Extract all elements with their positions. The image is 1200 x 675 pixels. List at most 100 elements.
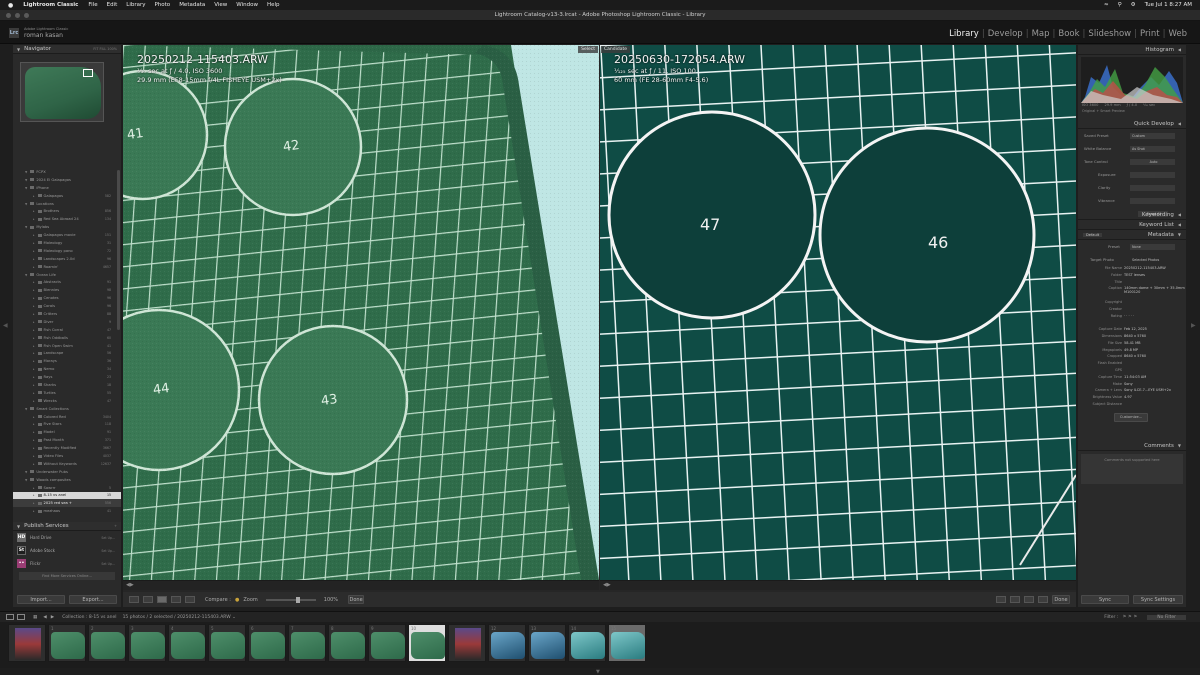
exposure-steppers[interactable] <box>1130 171 1175 178</box>
filmstrip-thumbnail[interactable]: 14 <box>568 624 606 662</box>
collection-expand-icon[interactable]: ▸ <box>33 336 35 340</box>
collection-item[interactable]: ▸ Video Files 4037 <box>13 452 121 460</box>
menu-metadata[interactable]: Metadata <box>179 2 205 8</box>
menu-help[interactable]: Help <box>267 2 280 8</box>
collection-expand-icon[interactable]: ▸ <box>33 383 35 387</box>
lock-icon[interactable]: ● <box>235 597 239 603</box>
collection-expand-icon[interactable]: ▸ <box>33 399 35 403</box>
setup-link[interactable]: Set Up... <box>101 562 115 566</box>
navigator-zoom-options[interactable]: FIT FILL 100% <box>93 47 117 51</box>
collection-expand-icon[interactable]: ▸ <box>33 344 35 348</box>
app-menu[interactable]: Lightroom Classic <box>23 2 78 8</box>
filmstrip-thumbnail[interactable]: 12 <box>488 624 526 662</box>
collection-item[interactable]: ▸ Recently Modified 3667 <box>13 444 121 452</box>
secondary-display-icon[interactable] <box>6 614 14 620</box>
publish-flickr[interactable]: •• Flickr Set Up... <box>13 557 121 570</box>
metadata-value[interactable]: Sony <box>1124 382 1133 386</box>
customize-button[interactable]: Customize... <box>1114 412 1148 422</box>
wifi-icon[interactable]: ≈ <box>1104 2 1109 8</box>
swap-icon[interactable] <box>996 596 1006 603</box>
survey-view-icon[interactable] <box>171 596 181 603</box>
metadata-value[interactable]: 8640 x 5760 <box>1124 354 1146 358</box>
filmstrip-thumbnail[interactable] <box>448 624 486 662</box>
control-center-icon[interactable]: ⚙ <box>1131 2 1136 8</box>
filmstrip-thumbnail[interactable]: 9 <box>368 624 406 662</box>
collection-item[interactable]: ▸ Corals 96 <box>13 302 121 310</box>
collection-expand-icon[interactable]: ▸ <box>33 375 35 379</box>
metadata-value[interactable]: TEST lenses <box>1124 273 1145 277</box>
collection-item[interactable]: ▸ Moleology pano 72 <box>13 247 121 255</box>
menu-edit[interactable]: Edit <box>107 2 118 8</box>
filmstrip-toggle-icon[interactable]: ▼ <box>596 669 600 675</box>
metadata-header[interactable]: Default Metadata ▼ <box>1078 230 1186 240</box>
collection-set-triangle-icon[interactable]: ▼ <box>25 170 27 174</box>
setup-link[interactable]: Set Up... <box>101 549 115 553</box>
collection-item[interactable]: ▸ 2025 red sea + 556 <box>13 499 121 508</box>
module-book[interactable]: Book <box>1055 29 1082 39</box>
export-button[interactable]: Export... <box>69 595 117 604</box>
done-button[interactable]: Done <box>348 595 365 604</box>
collection-item[interactable]: ▸ Fish Open Swim 41 <box>13 342 121 350</box>
sync-button[interactable]: Sync <box>1081 595 1129 604</box>
collection-item[interactable]: ▸ Moleology 31 <box>13 239 121 247</box>
metadata-preset-select[interactable]: Default <box>1083 232 1103 237</box>
collection-expand-icon[interactable]: ▸ <box>33 391 35 395</box>
collection-expand-icon[interactable]: ▸ <box>33 249 35 253</box>
auto-tone-button[interactable]: Auto <box>1130 158 1175 165</box>
collection-expand-icon[interactable]: ▸ <box>33 312 35 316</box>
collection-item[interactable]: ▼ FCPX <box>13 168 121 176</box>
filmstrip-thumbnail[interactable]: 3 <box>128 624 166 662</box>
collection-expand-icon[interactable]: ▸ <box>33 438 35 442</box>
candidate-image-pane[interactable]: 47 46 20250630-172054.ARW ⅟₁₂₅ sec at ƒ … <box>600 45 1076 580</box>
collection-expand-icon[interactable]: ▸ <box>33 233 35 237</box>
collection-expand-icon[interactable]: ▸ <box>33 359 35 363</box>
collection-item[interactable]: ▸ Critters 88 <box>13 310 121 318</box>
next-arrow-icon[interactable] <box>1038 596 1048 603</box>
menu-view[interactable]: View <box>214 2 227 8</box>
collection-item[interactable]: ▼ Mylabs <box>13 223 121 231</box>
collection-item[interactable]: ▸ Blennies 98 <box>13 286 121 294</box>
collection-item[interactable]: ▸ Rays 23 <box>13 373 121 381</box>
collection-expand-icon[interactable]: ▸ <box>33 296 35 300</box>
collection-item[interactable]: ▸ Fish Oddballs 60 <box>13 334 121 342</box>
collection-expand-icon[interactable]: ▸ <box>33 351 35 355</box>
collection-set-triangle-icon[interactable]: ▼ <box>25 478 27 482</box>
collection-item[interactable]: ▸ Wrecks 47 <box>13 397 121 405</box>
quick-develop-header[interactable]: Quick Develop ◀ <box>1078 119 1186 129</box>
collection-item[interactable]: ▸ Roamin' 4657 <box>13 263 121 271</box>
collection-expand-icon[interactable]: ▸ <box>33 328 35 332</box>
collection-expand-icon[interactable]: ▸ <box>33 367 35 371</box>
zoom-slider[interactable] <box>265 596 316 603</box>
filmstrip-thumbnail[interactable]: 2 <box>88 624 126 662</box>
collection-expand-icon[interactable]: ▸ <box>33 446 35 450</box>
zoom-window-button[interactable] <box>24 13 29 18</box>
filter-select[interactable]: No Filter <box>1147 614 1186 620</box>
module-web[interactable]: Web <box>1165 29 1190 39</box>
collection-expand-icon[interactable]: ▸ <box>33 493 35 497</box>
make-select-icon[interactable] <box>1010 596 1020 603</box>
minimize-window-button[interactable] <box>15 13 20 18</box>
collection-item[interactable]: ▼ 2024 El Galapagos <box>13 176 121 184</box>
collection-item[interactable]: ▸ Landscapes 2.0d 96 <box>13 255 121 263</box>
collection-item[interactable]: ▸ Fish Corral 47 <box>13 326 121 334</box>
left-panel-scrollbar[interactable] <box>117 170 120 330</box>
module-library[interactable]: Library <box>946 29 982 39</box>
collection-expand-icon[interactable]: ▸ <box>33 209 35 213</box>
collection-set-triangle-icon[interactable]: ▼ <box>25 178 27 182</box>
collection-expand-icon[interactable]: ▸ <box>33 217 35 221</box>
clarity-steppers[interactable] <box>1130 184 1175 191</box>
metadata-value[interactable]: · · · · · <box>1124 314 1134 318</box>
filmstrip-thumbnail[interactable]: 5 <box>208 624 246 662</box>
filmstrip-thumbnail[interactable]: 13 <box>528 624 566 662</box>
collection-item[interactable]: ▼ Ocean Life <box>13 271 121 279</box>
sync-settings-button[interactable]: Sync Settings <box>1133 595 1183 604</box>
module-develop[interactable]: Develop <box>985 29 1026 39</box>
collection-set-triangle-icon[interactable]: ▼ <box>25 202 27 206</box>
collection-item[interactable]: ▼ Underwater Pubs <box>13 468 121 476</box>
collection-item[interactable]: ▸ Red Sea Abroad 24 134 <box>13 215 121 223</box>
collection-expand-icon[interactable]: ▸ <box>33 194 35 198</box>
collection-set-triangle-icon[interactable]: ▼ <box>25 470 27 474</box>
collection-expand-icon[interactable]: ▸ <box>33 320 35 324</box>
collection-item[interactable]: ▼ Smart Collections <box>13 405 121 413</box>
collection-item[interactable]: ▼ Woods composites <box>13 476 121 484</box>
